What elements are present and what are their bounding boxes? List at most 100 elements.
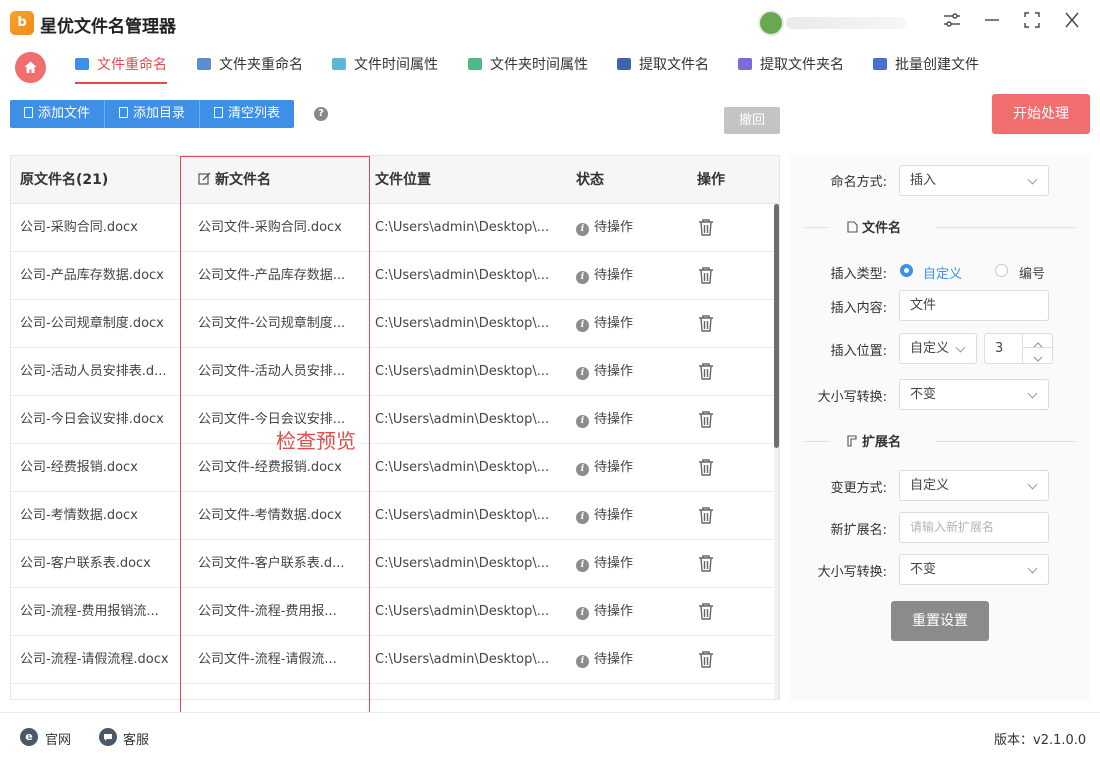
add-directory-label: 添加目录 (133, 106, 186, 121)
help-icon[interactable]: ? (314, 107, 328, 121)
trash-icon (699, 219, 713, 236)
table-row[interactable]: 公司-经费报销.docx 公司文件-经费报销.docx C:\Users\admin… (11, 444, 779, 492)
insert-type-custom-label[interactable]: 自定义 (923, 263, 962, 282)
tab-label: 文件时间属性 (354, 57, 438, 73)
table-row[interactable]: 公司-活动人员安排表.d... 公司文件-活动人员安排... C:\Users\ad… (11, 348, 779, 396)
extension-section-label: 扩展名 (862, 435, 902, 450)
support-link[interactable]: 客服 (123, 729, 149, 748)
website-link[interactable]: 官网 (45, 729, 71, 748)
table-row[interactable]: 公司-考情数据.docx 公司文件-考情数据.docx C:\Users\admin… (11, 492, 779, 540)
info-icon: i (576, 655, 589, 668)
insert-content-input[interactable]: 文件 (899, 290, 1049, 321)
location-cell (375, 684, 555, 699)
header-location: 文件位置 (375, 172, 431, 188)
delete-button[interactable] (697, 396, 727, 444)
naming-method-value: 插入 (910, 173, 937, 188)
close-icon[interactable] (1062, 12, 1082, 32)
table-row[interactable]: 公司-流程-请假流程.docx 公司文件-流程-请假流... C:\Users\ad… (11, 636, 779, 684)
maximize-icon[interactable] (1022, 12, 1042, 32)
chevron-down-icon (1027, 388, 1038, 399)
status-cell: i 待操作 (576, 204, 676, 252)
extension-case-select[interactable]: 不变 (899, 554, 1049, 585)
filename-section-label: 文件名 (862, 221, 902, 236)
original-name-cell: 公司-流程-费用报销流... (20, 604, 159, 619)
home-button[interactable] (15, 52, 46, 83)
insert-position-select[interactable]: 自定义 (899, 333, 977, 364)
tab-extract-foldername[interactable]: 提取文件夹名 (738, 50, 844, 84)
insert-type-number-radio[interactable] (995, 264, 1008, 277)
delete-button[interactable] (697, 540, 727, 588)
website-icon[interactable]: e (20, 728, 38, 746)
original-name-cell: 公司-采购合同.docx (20, 220, 138, 235)
location-cell: C:\Users\admin\Desktop\... (375, 364, 550, 379)
undo-button[interactable]: 撤回 (724, 107, 780, 134)
table-row[interactable]: 公司-公司规章制度.docx 公司文件-公司规章制度... C:\Users\adm… (11, 300, 779, 348)
tab-folder-rename[interactable]: 文件夹重命名 (197, 50, 303, 84)
trash-small-icon (214, 107, 224, 118)
table-row[interactable]: 公司-采购合同.docx 公司文件-采购合同.docx C:\Users\admin… (11, 204, 779, 252)
delete-button[interactable] (697, 348, 727, 396)
user-avatar[interactable] (758, 10, 784, 36)
table-body: 公司-采购合同.docx 公司文件-采购合同.docx C:\Users\admin… (11, 204, 779, 699)
delete-button[interactable] (697, 492, 727, 540)
file-time-icon (332, 58, 346, 70)
tab-file-time[interactable]: 文件时间属性 (332, 50, 438, 84)
title-bar: b 星优文件名管理器 (0, 0, 1100, 46)
trash-icon (699, 603, 713, 620)
insert-position-stepper[interactable]: 3 (984, 333, 1053, 364)
insert-type-number-label[interactable]: 编号 (1019, 263, 1045, 282)
table-row[interactable] (11, 684, 779, 699)
folder-rename-icon (197, 58, 211, 70)
tab-extract-filename[interactable]: 提取文件名 (617, 50, 709, 84)
extension-section-title: 扩展名 (847, 431, 901, 450)
add-directory-button[interactable]: 添加目录 (105, 100, 201, 128)
status-text: 待操作 (594, 220, 634, 235)
delete-button[interactable] (697, 252, 727, 300)
add-file-button[interactable]: 添加文件 (10, 100, 106, 128)
stepper-up-icon[interactable] (1023, 334, 1053, 348)
tab-file-rename[interactable]: 文件重命名 (75, 50, 167, 84)
version-label: 版本：v2.1.0.0 (994, 733, 1087, 748)
new-extension-input[interactable]: 请输入新扩展名 (899, 512, 1049, 543)
status-cell: i 待操作 (576, 588, 676, 636)
header-status: 状态 (576, 172, 604, 188)
insert-type-custom-radio[interactable] (900, 264, 913, 277)
delete-button[interactable] (697, 444, 727, 492)
delete-button[interactable] (697, 204, 727, 252)
info-icon: i (576, 415, 589, 428)
extract-filename-icon (617, 58, 631, 70)
change-method-select[interactable]: 自定义 (899, 470, 1049, 501)
batch-create-icon (873, 58, 887, 70)
case-conversion-select[interactable]: 不变 (899, 379, 1049, 410)
original-name-cell: 公司-经费报销.docx (20, 460, 138, 475)
trash-icon (699, 267, 713, 284)
tab-batch-create[interactable]: 批量创建文件 (873, 50, 979, 84)
info-icon: i (576, 559, 589, 572)
tab-folder-time[interactable]: 文件夹时间属性 (468, 50, 588, 84)
status-cell: i 待操作 (576, 636, 676, 684)
table-row[interactable]: 公司-今日会议安排.docx 公司文件-今日会议安排... C:\Users\adm… (11, 396, 779, 444)
location-cell: C:\Users\admin\Desktop\... (375, 652, 550, 667)
settings-sliders-icon[interactable] (942, 12, 962, 32)
document-icon (24, 107, 33, 118)
delete-button[interactable] (697, 636, 727, 684)
naming-method-select[interactable]: 插入 (899, 165, 1049, 196)
insert-type-label: 插入类型: (830, 267, 887, 282)
start-processing-button[interactable]: 开始处理 (992, 94, 1090, 134)
naming-method-label: 命名方式: (830, 175, 887, 190)
minimize-icon[interactable] (982, 12, 1002, 32)
table-row[interactable]: 公司-产品库存数据.docx 公司文件-产品库存数据... C:\Users\adm… (11, 252, 779, 300)
clear-list-button[interactable]: 清空列表 (200, 100, 294, 128)
scrollbar-thumb[interactable] (774, 204, 779, 448)
trash-icon (699, 555, 713, 572)
delete-button[interactable] (697, 300, 727, 348)
extension-case-value: 不变 (910, 562, 937, 577)
table-row[interactable]: 公司-客户联系表.docx 公司文件-客户联系表.d... C:\Users\adm… (11, 540, 779, 588)
chat-bubble-icon[interactable] (99, 728, 117, 746)
delete-button[interactable] (697, 588, 727, 636)
table-row[interactable]: 公司-流程-费用报销流... 公司文件-流程-费用报... C:\Users\adm… (11, 588, 779, 636)
delete-button[interactable] (697, 684, 727, 699)
table-scrollbar[interactable] (774, 204, 779, 699)
reset-settings-button[interactable]: 重置设置 (891, 601, 989, 641)
stepper-down-icon[interactable] (1023, 348, 1053, 362)
